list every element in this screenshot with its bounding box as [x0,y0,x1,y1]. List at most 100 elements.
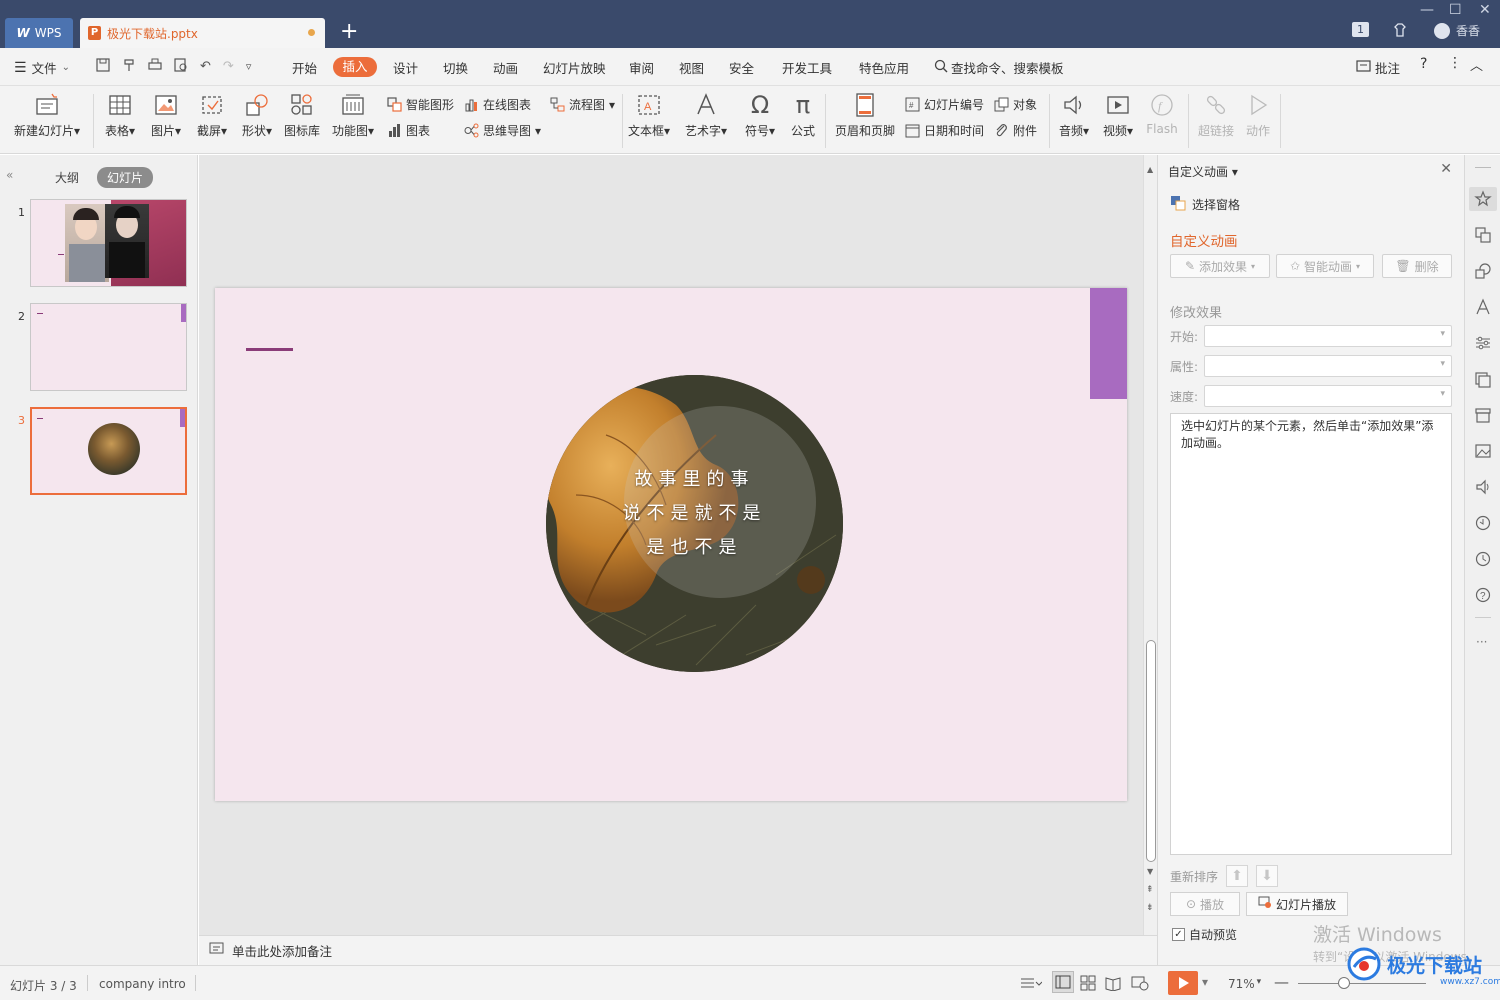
new-tab-button[interactable]: + [340,20,358,44]
menu-animation[interactable]: 动画 [493,58,518,77]
textbox-button[interactable]: A 文本框▾ [626,92,672,139]
menu-review[interactable]: 审阅 [629,58,654,77]
menu-transition[interactable]: 切换 [443,58,468,77]
slideshow-options-chevron[interactable]: ▾ [1202,975,1208,989]
current-slide[interactable]: 故事里的事 说不是就不是 是也不是 [215,288,1127,801]
attachment-button[interactable]: 附件 [994,122,1037,139]
zoom-level-dropdown[interactable]: 71% ▾ [1228,977,1261,991]
zoom-slider-track[interactable] [1298,983,1426,984]
speed-select[interactable] [1204,385,1452,407]
online-chart-button[interactable]: 在线图表 [464,96,531,113]
mindmap-button[interactable]: 思维导图 ▾ [464,122,541,139]
picture-button[interactable]: 图片▾ [146,92,186,139]
menu-developer[interactable]: 开发工具 [782,58,832,77]
pane-title-dropdown[interactable]: 自定义动画 ▾ [1168,163,1238,180]
animation-star-icon[interactable] [1474,190,1492,208]
formula-button[interactable]: π 公式 [786,92,820,139]
date-time-button[interactable]: 日期和时间 [905,122,984,139]
chart-button[interactable]: 图表 [387,122,430,139]
animation-list[interactable]: 选中幻灯片的某个元素，然后单击“添加效果”添加动画。 [1170,413,1452,855]
circular-leaf-photo[interactable]: 故事里的事 说不是就不是 是也不是 [546,375,843,672]
format-painter-icon[interactable] [122,58,136,75]
text-style-icon[interactable] [1474,298,1492,316]
slide-text-line-3[interactable]: 是也不是 [546,533,843,559]
play-button[interactable]: ⊙ 播放 [1170,892,1240,916]
next-slide-arrow[interactable]: ⇟ [1146,903,1154,913]
smart-animation-button[interactable]: ✩ 智能动画 ▾ [1276,254,1374,278]
video-button[interactable]: 视频▾ [1099,92,1137,139]
slide-text-line-2[interactable]: 说不是就不是 [546,499,843,525]
close-pane-icon[interactable]: ✕ [1440,161,1452,177]
object-button[interactable]: 对象 [994,96,1037,113]
previous-slide-arrow[interactable]: ⇞ [1146,885,1154,895]
customize-qat-icon[interactable]: ▿ [246,60,252,73]
scroll-down-arrow[interactable]: ▼ [1147,867,1153,876]
icon-library-button[interactable]: 图标库 [282,92,322,139]
function-chart-button[interactable]: 功能图▾ [330,92,376,139]
start-select[interactable] [1204,325,1452,347]
menu-view[interactable]: 视图 [679,58,704,77]
undo-icon[interactable]: ↶ [200,59,211,74]
screenshot-button[interactable]: 截屏▾ [192,92,232,139]
collapse-panel-icon[interactable]: « [6,168,13,182]
slideshow-button[interactable]: 幻灯片播放 [1246,892,1348,916]
slide-thumbnail-2[interactable] [30,303,187,391]
help-button[interactable]: ? [1420,56,1427,72]
zoom-out-button[interactable]: — [1274,973,1289,991]
picture-library-icon[interactable] [1474,370,1492,388]
menu-insert[interactable]: 插入 [333,57,377,77]
maximize-button[interactable]: ☐ [1449,2,1462,18]
close-window-button[interactable]: ✕ [1479,2,1491,18]
redo-icon[interactable]: ↷ [223,59,234,74]
theme-name[interactable]: company intro [99,977,186,991]
vertical-scrollbar[interactable]: ▲ ▼ ⇞ ⇟ [1143,155,1157,935]
archive-box-icon[interactable] [1474,406,1492,424]
scroll-up-arrow[interactable]: ▲ [1147,165,1153,174]
menu-design[interactable]: 设计 [393,58,418,77]
property-select[interactable] [1204,355,1452,377]
tab-slides[interactable]: 幻灯片 [97,167,154,188]
collapse-ribbon-icon[interactable]: ︿ [1470,55,1483,74]
menu-features[interactable]: 特色应用 [859,58,909,77]
wps-home-tab[interactable]: W WPS [5,18,73,48]
slide-thumbnail-3[interactable] [30,407,187,495]
backup-icon[interactable] [1474,514,1492,532]
smart-shape-button[interactable]: 智能图形 [387,96,454,113]
menu-security[interactable]: 安全 [729,58,754,77]
more-tools-icon[interactable]: ··· [1476,635,1487,649]
shape-button[interactable]: 形状▾ [237,92,277,139]
command-search[interactable]: 查找命令、搜索模板 [934,58,1064,77]
hyperlink-button[interactable]: 超链接 [1196,92,1236,139]
history-icon[interactable] [1474,550,1492,568]
add-effect-button[interactable]: ✎ 添加效果 ▾ [1170,254,1270,278]
properties-sliders-icon[interactable] [1474,334,1492,352]
symbol-button[interactable]: Ω 符号▾ [740,92,780,139]
move-down-button[interactable]: ⬇ [1256,865,1279,887]
slide-number-button[interactable]: # 幻灯片编号 [905,96,984,113]
notes-area[interactable]: 单击此处添加备注 [199,935,1157,965]
skin-icon[interactable] [1392,22,1408,38]
slide-thumbnail-1[interactable] [30,199,187,287]
notes-view-icon[interactable] [1020,976,1042,990]
comment-button[interactable]: 批注 [1356,58,1400,77]
user-account[interactable]: 香香 [1434,22,1480,39]
table-button[interactable]: 表格▾ [100,92,140,139]
new-slide-button[interactable]: 新建幻灯片▾ [10,92,84,139]
slide-text-line-1[interactable]: 故事里的事 [546,465,843,491]
delete-effect-button[interactable]: 🗑 删除 [1382,254,1452,278]
flowchart-button[interactable]: 流程图 ▾ [550,96,615,113]
normal-view-button[interactable] [1052,971,1074,993]
window-count-badge[interactable]: 1 [1352,22,1369,37]
image-icon[interactable] [1474,442,1492,460]
document-tab[interactable]: P 极光下载站.pptx [80,18,325,48]
presenter-view-icon[interactable] [1131,975,1149,991]
slide-sorter-icon[interactable] [1080,975,1096,991]
scrollbar-thumb[interactable] [1146,640,1156,862]
slideshow-play-button[interactable] [1168,971,1198,995]
action-button[interactable]: 动作 [1242,92,1274,139]
drag-handle[interactable] [1475,167,1491,168]
help-circle-icon[interactable]: ? [1474,586,1492,604]
selection-pane-button[interactable]: 选择窗格 [1170,195,1240,214]
shapes-icon[interactable] [1474,262,1492,280]
audio-button[interactable]: 音频▾ [1055,92,1093,139]
